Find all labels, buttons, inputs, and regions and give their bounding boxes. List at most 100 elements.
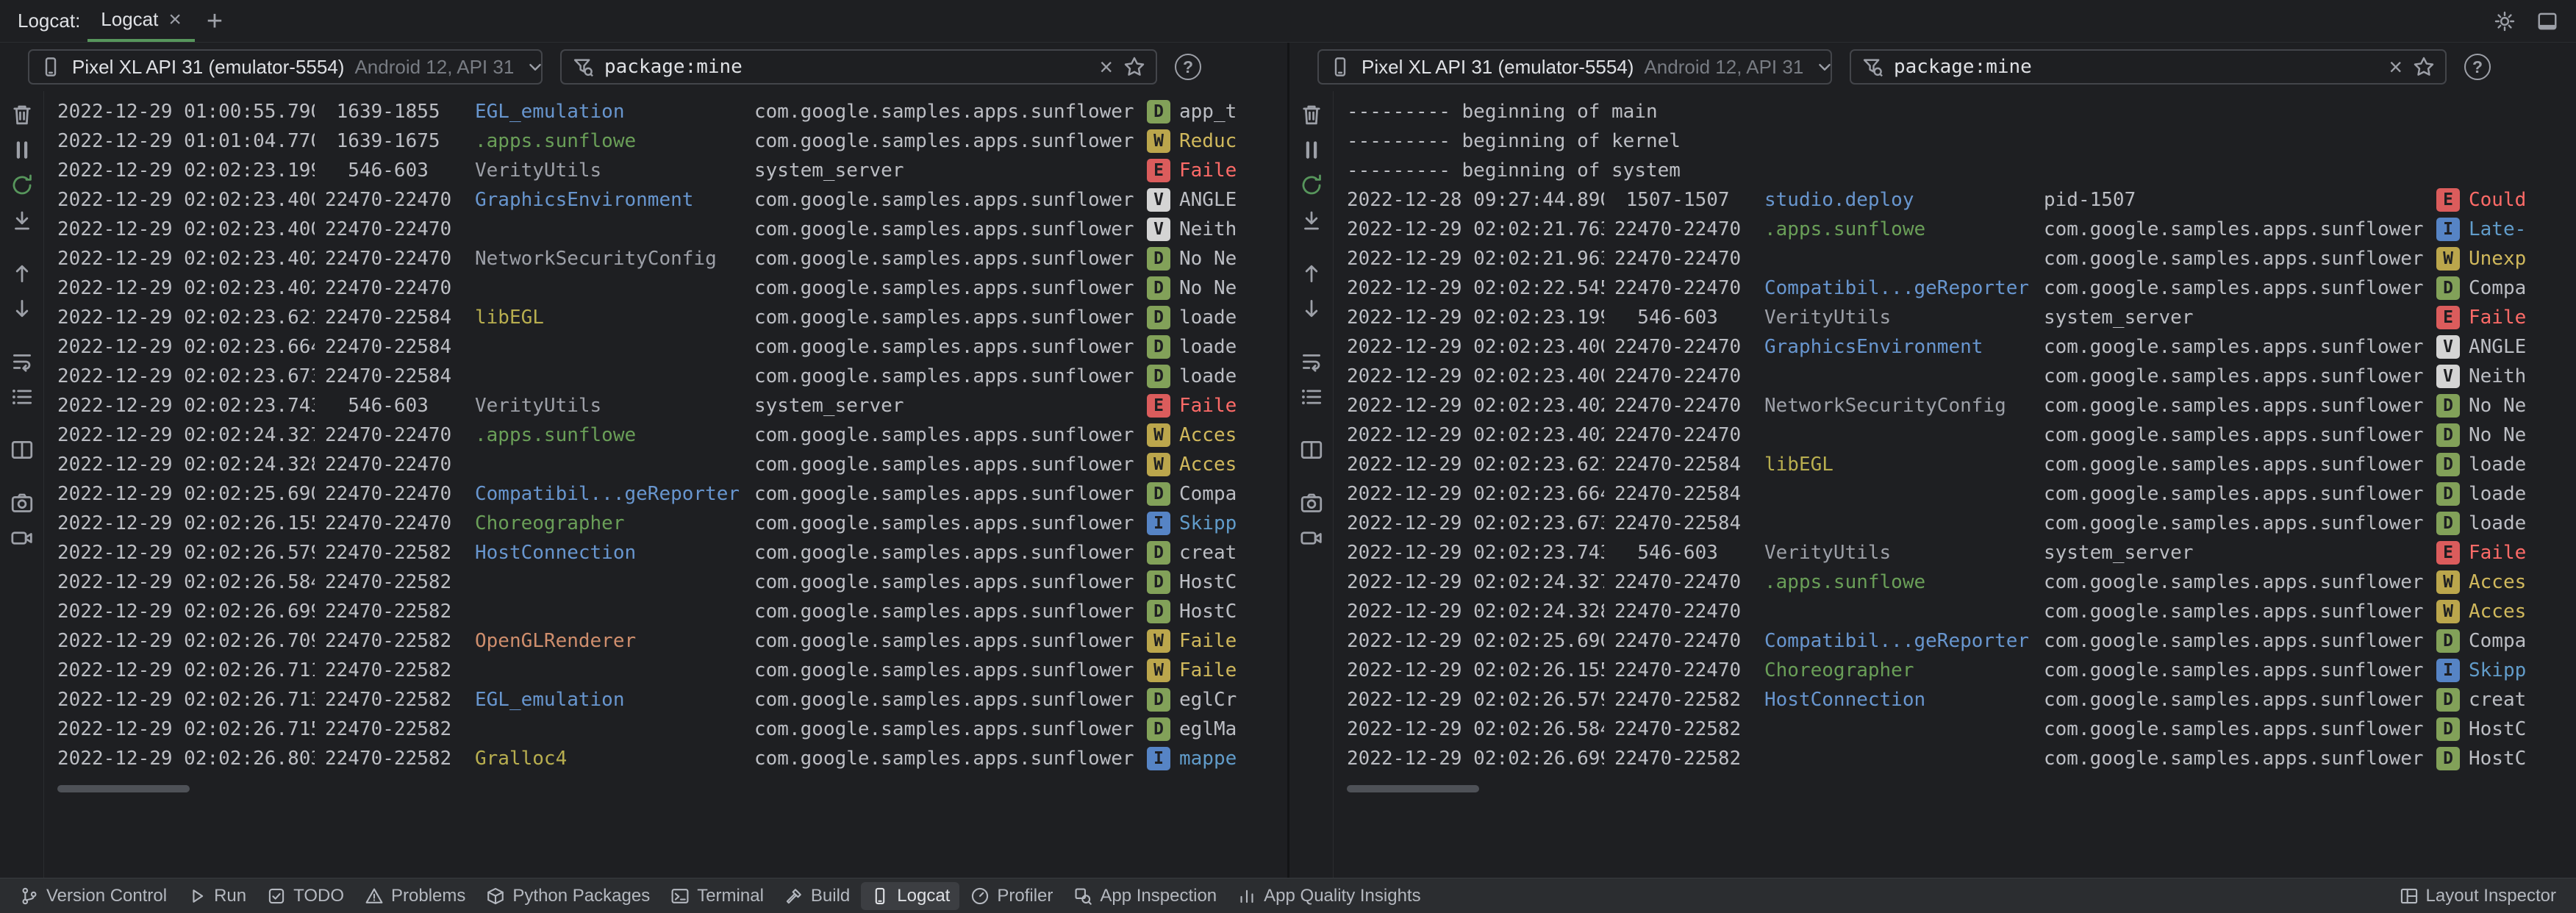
log-row[interactable]: --------- beginning of main bbox=[1334, 97, 2575, 126]
log-row[interactable]: 2022-12-29 02:02:23.621 22470-22584 libEGL… bbox=[1334, 450, 2575, 479]
clear-filter-icon[interactable]: × bbox=[2389, 55, 2403, 79]
log-row[interactable]: 2022-12-29 02:02:23.199 546-603 VerityUti… bbox=[1334, 303, 2575, 332]
next-occurrence-icon[interactable] bbox=[1297, 294, 1326, 323]
statusbar-item-app-quality-insights[interactable]: App Quality Insights bbox=[1228, 882, 1430, 910]
device-selector[interactable]: Pixel XL API 31 (emulator-5554) Android … bbox=[28, 49, 543, 85]
log-row[interactable]: 2022-12-29 02:02:23.402 22470-22470 Networ… bbox=[1334, 391, 2575, 420]
log-row[interactable]: 2022-12-29 02:02:26.155 22470-22470 Choreo… bbox=[44, 509, 1287, 538]
log-row[interactable]: 2022-12-29 02:02:23.673 22470-22584 com.go… bbox=[1334, 509, 2575, 538]
log-row[interactable]: 2022-12-29 01:00:55.790 1639-1855 EGL_emu… bbox=[44, 97, 1287, 126]
log-row[interactable]: 2022-12-29 02:02:25.690 22470-22470 Compat… bbox=[1334, 626, 2575, 656]
log-row[interactable]: 2022-12-29 02:02:26.584 22470-22582 com.go… bbox=[44, 568, 1287, 597]
clear-logcat-icon[interactable] bbox=[1297, 100, 1326, 129]
log-row[interactable]: 2022-12-29 02:02:26.584 22470-22582 com.go… bbox=[1334, 715, 2575, 744]
log-row[interactable]: 2022-12-29 02:02:26.579 22470-22582 HostCo… bbox=[1334, 685, 2575, 715]
screenshot-icon[interactable] bbox=[7, 488, 37, 518]
pause-logcat-icon[interactable] bbox=[7, 135, 37, 165]
help-icon[interactable]: ? bbox=[1175, 54, 1201, 80]
device-selector[interactable]: Pixel XL API 31 (emulator-5554) Android … bbox=[1317, 49, 1832, 85]
horizontal-scrollbar[interactable] bbox=[1347, 785, 2575, 792]
previous-occurrence-icon[interactable] bbox=[7, 259, 37, 288]
statusbar-item-build[interactable]: Build bbox=[775, 882, 859, 910]
log-row[interactable]: 2022-12-29 02:02:23.743 546-603 VerityUti… bbox=[1334, 538, 2575, 568]
log-row[interactable]: 2022-12-29 02:02:21.763 22470-22470 .apps.… bbox=[1334, 215, 2575, 244]
log-row[interactable]: 2022-12-29 02:02:23.743 546-603 VerityUti… bbox=[44, 391, 1287, 420]
statusbar-item-python-packages[interactable]: Python Packages bbox=[476, 882, 659, 910]
tab-logcat[interactable]: Logcat × bbox=[87, 0, 195, 42]
log-row[interactable]: 2022-12-29 02:02:22.545 22470-22470 Compat… bbox=[1334, 273, 2575, 303]
scrollbar-thumb[interactable] bbox=[1347, 785, 1479, 792]
soft-wrap-icon[interactable] bbox=[1297, 347, 1326, 376]
scrollbar-thumb[interactable] bbox=[57, 785, 190, 792]
log-row[interactable]: 2022-12-29 02:02:26.713 22470-22582 EGL_em… bbox=[44, 685, 1287, 715]
filter-field[interactable]: package:mine × bbox=[560, 49, 1157, 85]
log-row[interactable]: 2022-12-29 02:02:26.715 22470-22582 com.go… bbox=[44, 715, 1287, 744]
log-row[interactable]: 2022-12-29 02:02:23.400 22470-22470 com.go… bbox=[1334, 362, 2575, 391]
log-row[interactable]: 2022-12-29 02:02:23.400 22470-22470 com.go… bbox=[44, 215, 1287, 244]
clear-filter-icon[interactable]: × bbox=[1099, 55, 1113, 79]
screenshot-icon[interactable] bbox=[1297, 488, 1326, 518]
screen-record-icon[interactable] bbox=[1297, 523, 1326, 553]
help-icon[interactable]: ? bbox=[2464, 54, 2491, 80]
add-tab-button[interactable]: + bbox=[207, 7, 223, 35]
log-row[interactable]: 2022-12-29 02:02:23.400 22470-22470 Graphi… bbox=[1334, 332, 2575, 362]
clear-logcat-icon[interactable] bbox=[7, 100, 37, 129]
log-row[interactable]: 2022-12-29 02:02:21.963 22470-22470 com.go… bbox=[1334, 244, 2575, 273]
log-row[interactable]: 2022-12-29 02:02:24.328 22470-22470 com.go… bbox=[1334, 597, 2575, 626]
log-row[interactable]: 2022-12-29 02:02:24.327 22470-22470 .apps.… bbox=[44, 420, 1287, 450]
log-row[interactable]: 2022-12-29 02:02:23.673 22470-22584 com.go… bbox=[44, 362, 1287, 391]
horizontal-scrollbar[interactable] bbox=[57, 785, 1287, 792]
statusbar-item-profiler[interactable]: Profiler bbox=[961, 882, 1062, 910]
log-row[interactable]: 2022-12-29 02:02:26.699 22470-22582 com.go… bbox=[1334, 744, 2575, 773]
restart-logcat-icon[interactable] bbox=[1297, 171, 1326, 200]
split-panels-icon[interactable] bbox=[7, 435, 37, 465]
log-row[interactable]: 2022-12-29 02:02:23.664 22470-22584 com.go… bbox=[1334, 479, 2575, 509]
log-row[interactable]: 2022-12-29 02:02:23.199 546-603 VerityUti… bbox=[44, 156, 1287, 185]
statusbar-item-problems[interactable]: Problems bbox=[355, 882, 475, 910]
statusbar-item-app-inspection[interactable]: App Inspection bbox=[1064, 882, 1226, 910]
log-row[interactable]: 2022-12-29 02:02:24.327 22470-22470 .apps.… bbox=[1334, 568, 2575, 597]
log-row[interactable]: 2022-12-29 02:02:23.402 22470-22470 com.go… bbox=[44, 273, 1287, 303]
log-row[interactable]: 2022-12-29 02:02:26.155 22470-22470 Choreo… bbox=[1334, 656, 2575, 685]
soft-wrap-icon[interactable] bbox=[7, 347, 37, 376]
log-row[interactable]: 2022-12-29 02:02:23.621 22470-22584 libEGL… bbox=[44, 303, 1287, 332]
close-tab-icon[interactable]: × bbox=[168, 8, 182, 31]
log-row[interactable]: 2022-12-29 01:01:04.770 1639-1675 .apps.s… bbox=[44, 126, 1287, 156]
log-row[interactable]: 2022-12-28 09:27:44.890 1507-1507 studio.… bbox=[1334, 185, 2575, 215]
screen-record-icon[interactable] bbox=[7, 523, 37, 553]
log-row[interactable]: 2022-12-29 02:02:26.699 22470-22582 com.go… bbox=[44, 597, 1287, 626]
log-row[interactable]: 2022-12-29 02:02:23.402 22470-22470 com.go… bbox=[1334, 420, 2575, 450]
filter-field[interactable]: package:mine × bbox=[1850, 49, 2447, 85]
log-row[interactable]: 2022-12-29 02:02:26.803 22470-22582 Grallo… bbox=[44, 744, 1287, 773]
log-row[interactable]: --------- beginning of system bbox=[1334, 156, 2575, 185]
previous-occurrence-icon[interactable] bbox=[1297, 259, 1326, 288]
statusbar-item-logcat[interactable]: Logcat bbox=[861, 881, 960, 910]
split-panels-icon[interactable] bbox=[1297, 435, 1326, 465]
restart-logcat-icon[interactable] bbox=[7, 171, 37, 200]
log-row[interactable]: 2022-12-29 02:02:24.328 22470-22470 com.go… bbox=[44, 450, 1287, 479]
statusbar-item-version-control[interactable]: Version Control bbox=[10, 882, 176, 910]
statusbar-item-layout-inspector[interactable]: Layout Inspector bbox=[2390, 882, 2566, 910]
log-row[interactable]: 2022-12-29 02:02:23.402 22470-22470 Networ… bbox=[44, 244, 1287, 273]
log-row[interactable]: 2022-12-29 02:02:25.690 22470-22470 Compat… bbox=[44, 479, 1287, 509]
favorite-star-icon[interactable] bbox=[2413, 56, 2435, 78]
scroll-to-end-icon[interactable] bbox=[1297, 206, 1326, 235]
next-occurrence-icon[interactable] bbox=[7, 294, 37, 323]
log-row[interactable]: 2022-12-29 02:02:23.400 22470-22470 Graphi… bbox=[44, 185, 1287, 215]
formatting-options-icon[interactable] bbox=[7, 382, 37, 412]
log-row[interactable]: 2022-12-29 02:02:26.579 22470-22582 HostCo… bbox=[44, 538, 1287, 568]
formatting-options-icon[interactable] bbox=[1297, 382, 1326, 412]
statusbar-item-terminal[interactable]: Terminal bbox=[661, 882, 773, 910]
log-row[interactable]: 2022-12-29 02:02:23.664 22470-22584 com.go… bbox=[44, 332, 1287, 362]
favorite-star-icon[interactable] bbox=[1123, 56, 1145, 78]
hide-tool-window-icon[interactable] bbox=[2536, 10, 2558, 32]
log-row[interactable]: 2022-12-29 02:02:26.711 22470-22582 com.go… bbox=[44, 656, 1287, 685]
filter-input[interactable]: package:mine bbox=[604, 56, 1089, 78]
pause-logcat-icon[interactable] bbox=[1297, 135, 1326, 165]
gear-icon[interactable] bbox=[2494, 10, 2516, 32]
filter-input[interactable]: package:mine bbox=[1894, 56, 2378, 78]
statusbar-item-todo[interactable]: TODO bbox=[257, 882, 354, 910]
scroll-to-end-icon[interactable] bbox=[7, 206, 37, 235]
statusbar-item-run[interactable]: Run bbox=[178, 882, 256, 910]
log-row[interactable]: --------- beginning of kernel bbox=[1334, 126, 2575, 156]
